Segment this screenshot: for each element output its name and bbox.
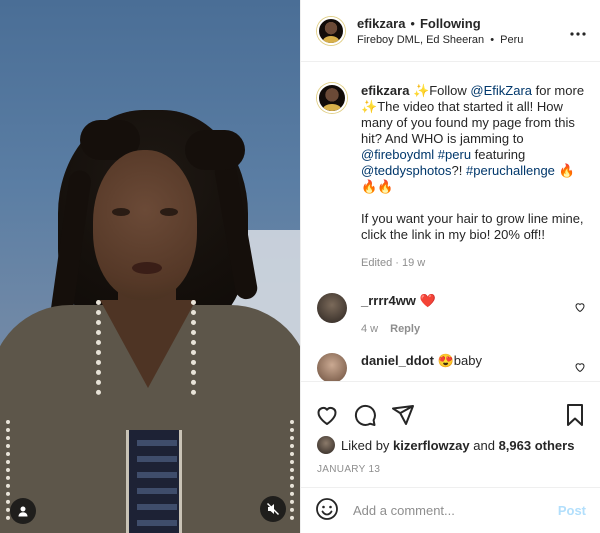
hair-lock — [185, 130, 245, 170]
audio-link[interactable]: Fireboy DML, Ed Sheeran — [357, 34, 484, 46]
caption-fragment: The video that started it all! How many … — [361, 99, 575, 146]
liker-avatar[interactable] — [317, 436, 335, 454]
user-tag-icon[interactable] — [10, 498, 36, 524]
header-separator: • — [410, 15, 415, 31]
comment-like-heart-icon[interactable] — [574, 361, 586, 376]
sparkle-emoji: ✨ — [413, 83, 430, 98]
likes-summary: Liked by kizerflowzay and 8,963 others — [301, 436, 600, 454]
emoji-icon[interactable] — [315, 497, 339, 524]
likes-prefix: Liked by — [341, 437, 390, 453]
muted-speaker-icon[interactable] — [260, 496, 286, 522]
eye — [112, 208, 130, 216]
edited-label: Edited — [361, 257, 393, 269]
caption-text: efikzara ✨Follow @EfikZara for more ✨The… — [361, 83, 586, 271]
shirt-pattern — [126, 430, 182, 533]
post-viewer: efikzara • Following Fireboy DML, Ed Sheer… — [0, 0, 600, 533]
commenter-avatar[interactable] — [317, 353, 347, 381]
comment-text: 😍baby — [433, 353, 482, 368]
add-comment-bar: Add a comment... Post — [301, 487, 600, 533]
commenter-username[interactable]: daniel_ddot — [361, 353, 434, 368]
mouth — [132, 262, 162, 274]
comment-icon[interactable] — [353, 403, 377, 427]
reply-button[interactable]: Reply — [390, 323, 420, 335]
share-icon[interactable] — [391, 403, 415, 427]
author-avatar[interactable] — [317, 16, 345, 45]
comment-like-heart-icon[interactable] — [574, 301, 586, 316]
hashtag-link[interactable]: #peruchallenge — [466, 163, 555, 178]
comment-age[interactable]: 4 w — [361, 323, 378, 335]
bookmark-icon[interactable] — [564, 403, 586, 427]
mention-link[interactable]: @EfikZara — [470, 83, 532, 98]
mention-link[interactable]: @fireboydml — [361, 147, 434, 162]
more-options-icon[interactable] — [570, 20, 586, 41]
location-separator: • — [490, 33, 495, 46]
post-comments-area[interactable]: efikzara ✨Follow @EfikZara for more ✨The… — [301, 63, 600, 381]
caption-fragment: featuring — [471, 147, 526, 162]
hashtag-link[interactable]: #peru — [438, 147, 471, 162]
caption-row: efikzara ✨Follow @EfikZara for more ✨The… — [317, 83, 586, 271]
post-actions: Liked by kizerflowzay and 8,963 others J… — [301, 381, 600, 501]
sleeve-trim — [290, 420, 296, 520]
post-comment-button[interactable]: Post — [558, 503, 586, 518]
heart-icon[interactable] — [315, 403, 339, 427]
caption-avatar[interactable] — [317, 83, 347, 113]
likes-middle: and — [469, 437, 499, 453]
comment-item: daniel_ddot 😍baby — [317, 353, 586, 381]
post-video[interactable] — [0, 0, 300, 533]
caption-fragment: for more — [532, 83, 585, 98]
caption-paragraph-2: If you want your hair to grow line mine,… — [361, 211, 584, 242]
caption-username[interactable]: efikzara — [361, 83, 409, 98]
mention-link[interactable]: @teddysphotos — [361, 163, 452, 178]
post-date[interactable]: JANUARY 13 — [301, 454, 600, 475]
video-subject-face — [93, 150, 197, 300]
likes-count[interactable]: 8,963 others — [499, 438, 575, 453]
commenter-username[interactable]: _rrrr4ww — [361, 293, 416, 308]
comment-input[interactable]: Add a comment... — [353, 503, 558, 518]
meta-separator: · — [395, 257, 399, 269]
location-link[interactable]: Peru — [500, 34, 523, 46]
sparkle-emoji: ✨ — [361, 99, 378, 114]
caption-fragment: Follow — [429, 83, 471, 98]
shirt-collar-trim — [96, 300, 196, 395]
eye — [160, 208, 178, 216]
caption-fragment: ?! — [451, 163, 466, 178]
liker-username[interactable]: kizerflowzay — [393, 438, 470, 453]
comment-text: ❤️ — [415, 293, 436, 308]
post-header: efikzara • Following Fireboy DML, Ed Sheer… — [301, 0, 600, 62]
commenter-avatar[interactable] — [317, 293, 347, 323]
post-details-panel: efikzara • Following Fireboy DML, Ed Sheer… — [300, 0, 600, 533]
author-username[interactable]: efikzara — [357, 16, 405, 31]
caption-age[interactable]: 19 w — [402, 257, 425, 269]
comment-item: _rrrr4ww ❤️ 4 w Reply — [317, 293, 586, 335]
following-button[interactable]: Following — [420, 16, 481, 31]
caption-meta: Edited · 19 w — [361, 255, 586, 271]
